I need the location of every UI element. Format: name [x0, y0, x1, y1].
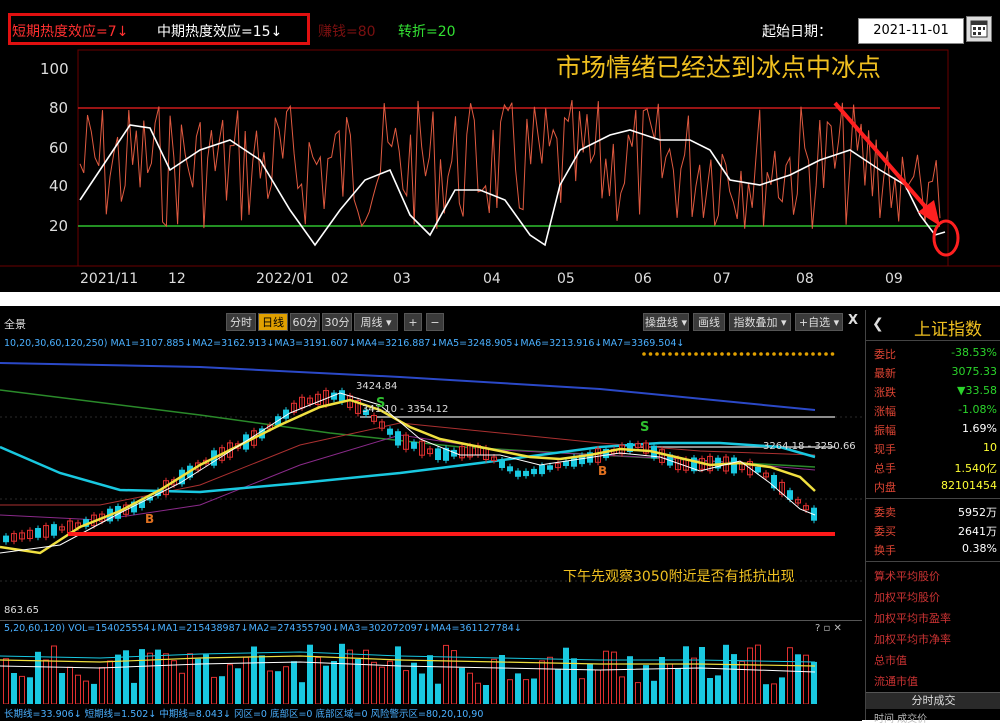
quote-value: 5952万: [958, 506, 997, 519]
x-tick: 07: [713, 271, 731, 287]
heat-chart: [0, 49, 1000, 267]
quote-sidebar: ❮ 上证指数 委比 -38.53% 最新 3075.33 涨跌 ▼33.58 涨…: [865, 310, 1000, 725]
link-total-market-cap[interactable]: 总市值: [874, 652, 907, 668]
back-icon[interactable]: ❮: [872, 316, 884, 332]
sell-signal: S: [640, 420, 650, 435]
close-icon[interactable]: X: [848, 313, 858, 328]
quote-value: 10: [983, 441, 997, 454]
x-tick: 12: [168, 271, 186, 287]
quote-label: 振幅: [874, 424, 896, 437]
quote-label: 委卖: [874, 506, 896, 519]
quote-label: 最新: [874, 367, 896, 380]
quote-label: 委买: [874, 525, 896, 538]
quote-label: 总手: [874, 462, 896, 475]
x-tick: 2022/01: [256, 271, 315, 287]
x-tick: 08: [796, 271, 814, 287]
ops-line-dropdown[interactable]: 操盘线 ▾: [643, 313, 689, 331]
quote-value: 82101454: [941, 479, 997, 492]
quote-value: 3075.33: [951, 365, 998, 378]
trades-header: 时间 成交价: [874, 714, 928, 725]
quote-value: 1.540亿: [954, 462, 998, 475]
sell-signal: S: [376, 396, 386, 411]
y-tick: 20: [49, 217, 69, 235]
zoom-out-button[interactable]: −: [426, 313, 444, 331]
tab-60min[interactable]: 60分: [290, 313, 320, 331]
buy-signal: B: [598, 464, 608, 478]
ma-yellow-line: [0, 398, 816, 555]
high-label: 3424.84: [356, 381, 398, 392]
x-tick: 03: [393, 271, 411, 287]
quote-label: 委比: [874, 348, 896, 361]
bottom-indicator: 长期线=33.906↓ 短期线=1.502↓ 中期线=8.043↓ 冈区=0 底…: [4, 709, 484, 720]
x-tick: 06: [634, 271, 652, 287]
quote-value: -1.08%: [958, 403, 997, 416]
ice-point-circle: [932, 219, 960, 257]
kline-annotation: 下午先观察3050附近是否有抵抗出现: [563, 569, 795, 585]
link-weighted-pb[interactable]: 加权平均市净率: [874, 631, 951, 647]
quote-value: 0.38%: [962, 542, 997, 555]
quote-value: 1.69%: [962, 422, 997, 435]
link-weighted-avg-price[interactable]: 加权平均股价: [874, 589, 940, 605]
tab-daily[interactable]: 日线: [258, 313, 288, 331]
volume-chart: [0, 643, 817, 705]
index-title: 上证指数: [914, 320, 982, 340]
x-tick: 2021/11: [80, 271, 139, 287]
quote-label: 现手: [874, 443, 896, 456]
y-tick: 40: [49, 177, 69, 195]
y-tick: 80: [49, 99, 69, 117]
quote-value: -38.53%: [951, 346, 997, 359]
resist-label: 341.10 - 3354.12: [362, 404, 449, 415]
volume-controls[interactable]: ? ▫ ✕: [815, 623, 842, 634]
x-tick: 04: [483, 271, 501, 287]
heat-indicator-panel: 短期热度效应=7↓ 中期热度效应=15↓ 赚钱=80 转折=20 起始日期： 2…: [0, 0, 1000, 292]
x-tick: 05: [557, 271, 575, 287]
draw-line-button[interactable]: 画线: [693, 313, 725, 331]
add-watchlist-dropdown[interactable]: +自选 ▾: [795, 313, 843, 331]
link-weighted-pe[interactable]: 加权平均市盈率: [874, 610, 951, 626]
range-label: 3264.18 - 3250.66: [763, 441, 856, 452]
low-label: 863.65: [4, 605, 39, 616]
quote-label: 内盘: [874, 481, 896, 494]
y-tick: 100: [40, 60, 69, 78]
tick-trades-button[interactable]: 分时成交: [866, 692, 1000, 709]
x-tick: 02: [331, 271, 349, 287]
tab-30min[interactable]: 30分: [322, 313, 352, 331]
link-float-market-cap[interactable]: 流通市值: [874, 673, 918, 689]
link-arith-avg-price[interactable]: 算术平均股价: [874, 568, 940, 584]
quote-label: 涨幅: [874, 405, 896, 418]
corner-label: 全景: [4, 318, 26, 331]
tab-intraday[interactable]: 分时: [226, 313, 256, 331]
quote-value: 2641万: [958, 525, 997, 538]
volume-header: 5,20,60,120) VOL=154025554↓MA1=215438987…: [4, 623, 522, 634]
quote-label: 换手: [874, 544, 896, 557]
ma-header: 10,20,30,60,120,250) MA1=3107.885↓MA2=31…: [4, 338, 685, 349]
buy-signal: B: [145, 512, 155, 526]
zoom-in-button[interactable]: +: [404, 313, 422, 331]
ma-long-line: [0, 362, 816, 411]
tab-period-dropdown[interactable]: 周线 ▾: [354, 313, 398, 331]
x-tick: 09: [885, 271, 903, 287]
ice-annotation: 市场情绪已经达到冰点中冰点: [556, 53, 882, 82]
y-tick: 60: [49, 139, 69, 157]
quote-label: 涨跌: [874, 386, 896, 399]
quote-value: ▼33.58: [957, 384, 997, 397]
index-overlay-dropdown[interactable]: 指数叠加 ▾: [729, 313, 791, 331]
